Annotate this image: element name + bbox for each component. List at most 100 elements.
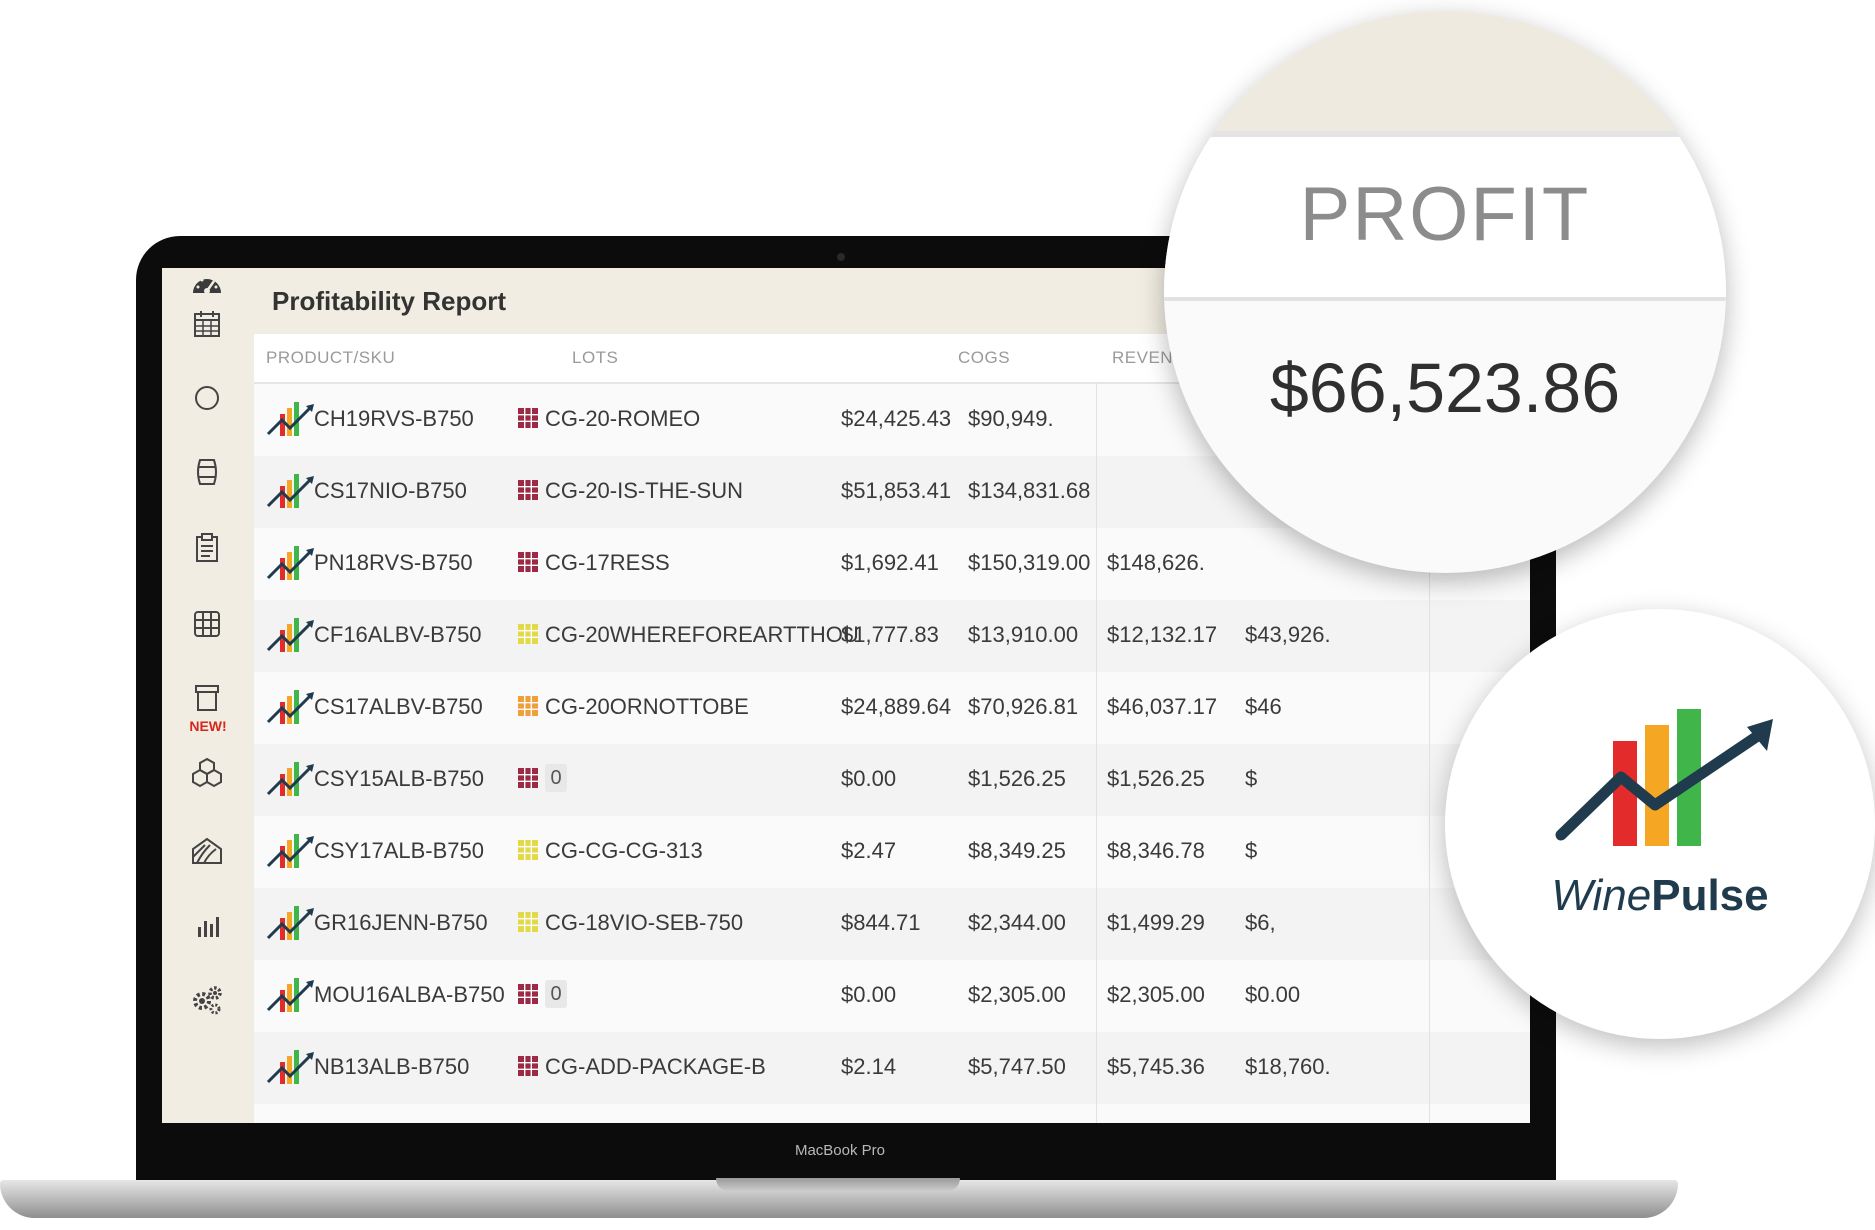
lot-cell[interactable]: CG-18VIO-SEB-750	[545, 910, 743, 936]
profit-cell: $5,745.36	[1107, 1054, 1205, 1079]
circle-icon[interactable]	[187, 378, 227, 418]
revenue-cell: $70,926.81	[968, 694, 1079, 719]
lot-color-icon	[518, 552, 538, 572]
revenue-cell: $13,910.00	[968, 622, 1079, 647]
barrel-icon[interactable]	[187, 452, 227, 492]
profit-value: $66,523.86	[1269, 349, 1621, 427]
sidebar	[162, 268, 252, 1123]
page-title: Profitability Report	[272, 286, 507, 316]
cogs-cell: $1,777.83	[841, 622, 939, 647]
winepulse-mini-icon[interactable]	[266, 470, 318, 512]
lot-cell[interactable]: CG-ADD-PACKAGE-B	[545, 1054, 766, 1080]
revenue-cell: $134,831.68	[968, 478, 1091, 503]
dashboard-gauge-icon[interactable]	[187, 268, 227, 306]
winepulse-logo-icon	[1555, 709, 1773, 846]
clipboard-icon[interactable]	[187, 528, 227, 568]
lot-color-icon	[518, 480, 538, 500]
extra-cell: $18,760.	[1245, 1054, 1331, 1079]
extra-cell: $46	[1245, 694, 1282, 719]
vineyard-icon[interactable]	[187, 830, 227, 870]
cogs-cell: $0.00	[841, 982, 897, 1007]
settings-gears-icon[interactable]	[187, 980, 227, 1020]
table-row[interactable]: CS17ALBV-B750 CG-20ORNOTTOBE $24,889.64 $70…	[254, 672, 1530, 744]
lot-color-icon	[518, 912, 538, 932]
winepulse-mini-icon[interactable]	[266, 1046, 318, 1088]
table-row[interactable]: GR16JENN-B750 CG-18VIO-SEB-750 $844.71 $2,3…	[254, 888, 1530, 960]
lot-cell[interactable]: CG-CG-CG-313	[545, 838, 703, 864]
winepulse-mini-icon[interactable]	[266, 830, 318, 872]
revenue-cell: $1,526.25	[968, 766, 1066, 791]
lot-cell[interactable]: CG-20-ROMEO	[545, 406, 700, 432]
profit-cell: $8,346.78	[1107, 838, 1205, 863]
winepulse-logo-badge: WinePulse	[1445, 609, 1875, 1039]
sku-cell[interactable]: CSY17ALB-B750	[314, 838, 484, 864]
lot-cell[interactable]: CG-20WHEREFOREARTTHOU	[545, 622, 859, 648]
sku-cell[interactable]: MOU16ALBA-B750	[314, 982, 505, 1008]
cogs-cell: $24,889.64	[841, 694, 952, 719]
revenue-cell: $90,949.	[968, 406, 1054, 431]
profit-cell: $1,526.25	[1107, 766, 1205, 791]
profit-cell: $46,037.17	[1107, 694, 1218, 719]
cases-boxes-icon[interactable]	[187, 752, 227, 792]
extra-cell: $43,926.	[1245, 622, 1331, 647]
extra-cell: $	[1245, 766, 1258, 791]
table-row[interactable]: MOU16ALBA-B750 0 $0.00 $2,305.00 $2,305.00 $0…	[254, 960, 1530, 1032]
cogs-cell: $0.00	[841, 766, 897, 791]
sku-cell[interactable]: CF16ALBV-B750	[314, 622, 482, 648]
table-row[interactable]: CSY17ALB-B750 CG-CG-CG-313 $2.47 $8,349.25 $…	[254, 816, 1530, 888]
profit-cell: $2,305.00	[1107, 982, 1205, 1007]
sku-cell[interactable]: NB13ALB-B750	[314, 1054, 469, 1080]
table-row[interactable]: CF16ALBV-B750 CG-20WHEREFOREARTTHOU $1,777…	[254, 600, 1530, 672]
device-label: MacBook Pro	[794, 1142, 886, 1159]
header-product[interactable]: PRODUCT/SKU	[266, 348, 395, 368]
lot-cell[interactable]: CG-17RESS	[545, 550, 670, 576]
header-lots[interactable]: LOTS	[572, 348, 618, 368]
sku-cell[interactable]: CH19RVS-B750	[314, 406, 474, 432]
lot-count-badge[interactable]: 0	[545, 980, 567, 1008]
sku-cell[interactable]: PN18RVS-B750	[314, 550, 473, 576]
revenue-cell: $150,319.00	[968, 550, 1091, 575]
winepulse-mini-icon[interactable]	[266, 974, 318, 1016]
calendar-icon[interactable]	[187, 304, 227, 344]
camera-dot	[837, 253, 845, 261]
winepulse-mini-icon[interactable]	[266, 542, 318, 584]
revenue-cell: $2,305.00	[968, 982, 1066, 1007]
cogs-cell: $2.47	[841, 838, 897, 863]
lot-color-icon	[518, 840, 538, 860]
table-row[interactable]: NB13ALB-B750 CG-ADD-PACKAGE-B $2.14 $5,747.…	[254, 1032, 1530, 1104]
sku-cell[interactable]: GR16JENN-B750	[314, 910, 488, 936]
profit-magnifier: PROFIT $66,523.86	[1164, 11, 1726, 573]
winepulse-mini-icon[interactable]	[266, 686, 318, 728]
lot-color-icon	[518, 408, 538, 428]
cogs-cell: $1,692.41	[841, 550, 939, 575]
cogs-cell: $844.71	[841, 910, 921, 935]
laptop-notch	[716, 1178, 960, 1192]
bar-chart-icon[interactable]	[187, 906, 227, 946]
sku-cell[interactable]: CSY15ALB-B750	[314, 766, 484, 792]
revenue-cell: $8,349.25	[968, 838, 1066, 863]
winepulse-mini-icon[interactable]	[266, 902, 318, 944]
cogs-cell: $24,425.43	[841, 406, 952, 431]
lot-cell[interactable]: CG-20-IS-THE-SUN	[545, 478, 743, 504]
lot-color-icon	[518, 984, 538, 1004]
lot-count-badge[interactable]: 0	[545, 764, 567, 792]
lot-color-icon	[518, 696, 538, 716]
extra-cell: $0.00	[1245, 982, 1301, 1007]
table-row[interactable]: CSY15ALB-B750 0 $0.00 $1,526.25 $1,526.25 $	[254, 744, 1530, 816]
revenue-cell: $2,344.00	[968, 910, 1066, 935]
winepulse-mini-icon[interactable]	[266, 758, 318, 800]
lot-color-icon	[518, 1056, 538, 1076]
winepulse-mini-icon[interactable]	[266, 614, 318, 656]
new-badge: NEW!	[189, 718, 227, 734]
lot-color-icon	[518, 624, 538, 644]
sku-cell[interactable]: CS17NIO-B750	[314, 478, 467, 504]
winepulse-mini-icon[interactable]	[266, 398, 318, 440]
cogs-cell: $2.14	[841, 1054, 897, 1079]
lot-cell[interactable]: CG-20ORNOTTOBE	[545, 694, 749, 720]
sku-cell[interactable]: CS17ALBV-B750	[314, 694, 483, 720]
revenue-cell: $5,747.50	[968, 1054, 1066, 1079]
bin-icon[interactable]	[187, 678, 227, 718]
profit-cell: $148,626.	[1107, 550, 1205, 575]
grid-table-icon[interactable]	[187, 604, 227, 644]
header-cogs[interactable]: COGS	[958, 348, 1010, 368]
